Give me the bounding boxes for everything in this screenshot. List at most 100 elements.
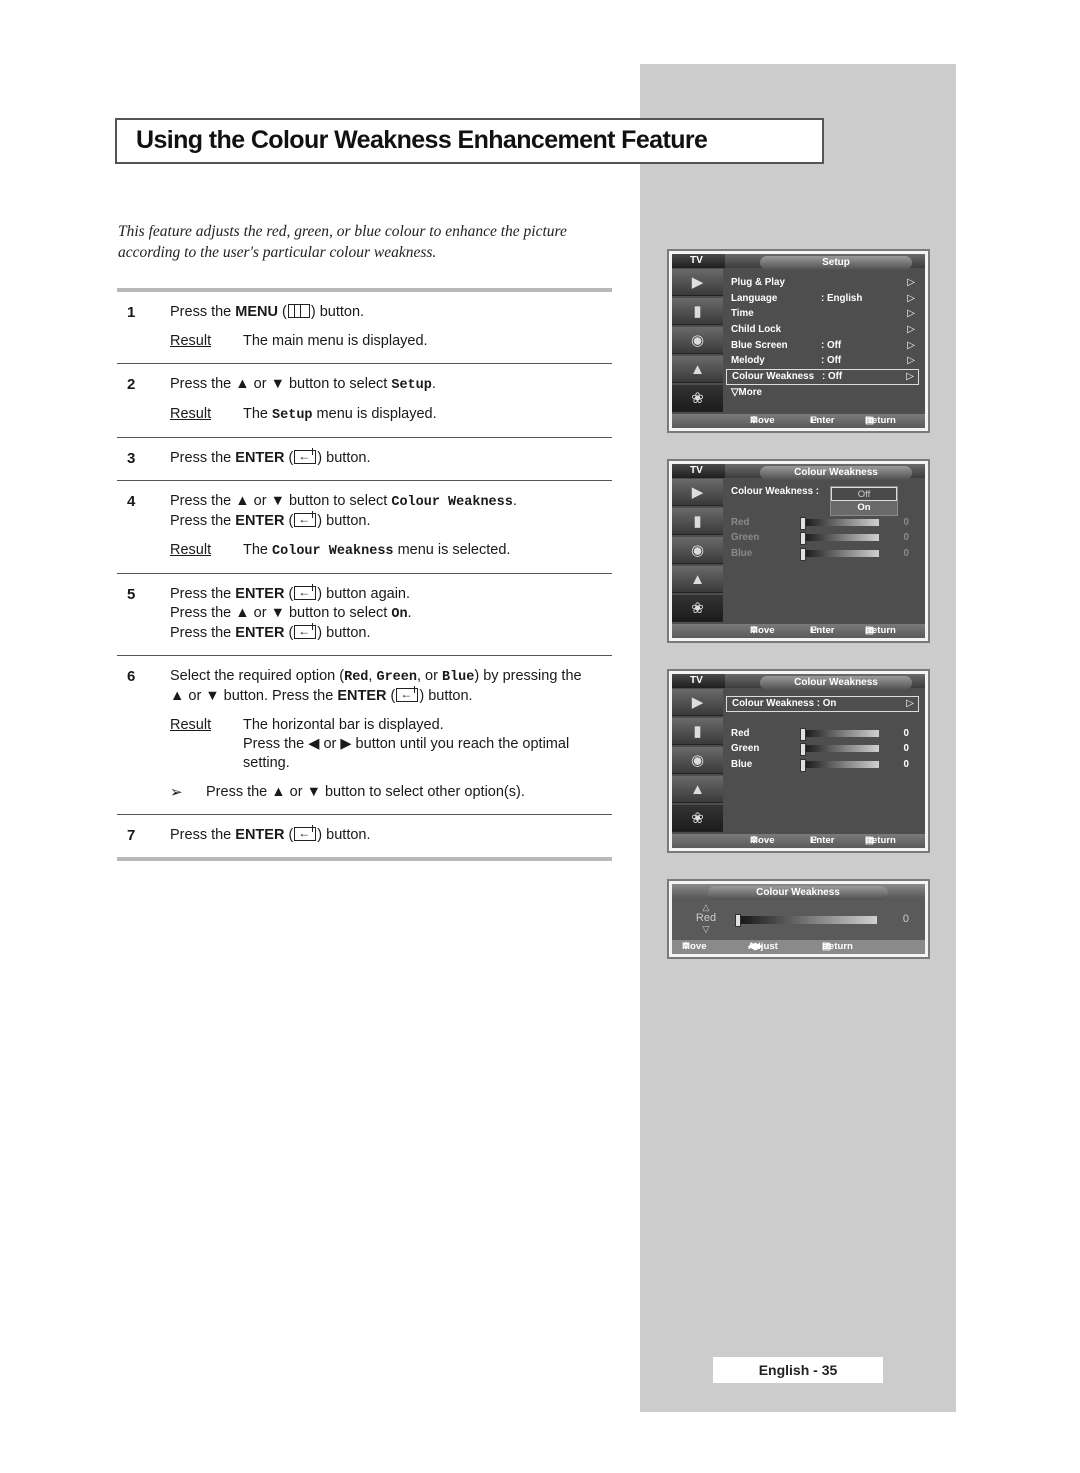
result-label: Result (170, 333, 212, 349)
colour-weakness-menu: Colour Weakness : On ▷ Red 0 Green 0 Blue 0 (726, 696, 919, 773)
tv-tab: TV (672, 464, 725, 478)
step-number: 7 (127, 827, 136, 844)
step-number: 3 (127, 450, 136, 467)
picture-icon: ▮ (672, 508, 723, 535)
enter-button-icon (294, 622, 317, 641)
slider-row-red[interactable]: Red 0 (726, 726, 919, 742)
setup-icon: ❀ (672, 385, 723, 412)
menu-row-colour-weakness[interactable]: Colour Weakness: Off ▷ (726, 369, 919, 385)
arrow-right-icon: ▷ (906, 698, 914, 709)
menu-row-language[interactable]: Language: English ▷ (726, 291, 919, 307)
arrow-right-icon: ▷ (907, 324, 915, 336)
steps-list: 1 Press the MENU () button. Result The ma… (117, 288, 612, 861)
menu-row-melody[interactable]: Melody: Off ▷ (726, 353, 919, 369)
screen-header: Setup (760, 256, 912, 270)
result-label: Result (170, 542, 212, 558)
option-off[interactable]: Off (831, 487, 897, 501)
input-icon: ▶ (672, 269, 723, 296)
tv-screen-red-adjust: Colour Weakness △ Red ▽ 0 ⇕ Move ◀▶ Adju… (667, 879, 930, 959)
slider-row-green: Green 0 (731, 532, 909, 546)
slider-row-blue[interactable]: Blue 0 (726, 757, 919, 773)
note-arrow-icon: ➢ (170, 784, 183, 801)
tv-screen-setup: TV Setup ▶ ▮ ◉ ▲ ❀ Plug & Play ▷ Language… (667, 249, 930, 433)
slider-row-red: Red 0 (731, 516, 909, 530)
option-on[interactable]: On (831, 501, 897, 515)
step-7: 7 Press the ENTER () button. (117, 815, 612, 857)
menu-row-more[interactable]: ▽More (726, 385, 919, 401)
triangle-down-icon: ▽ (731, 386, 739, 398)
picture-icon: ▮ (672, 718, 723, 745)
enter-button-icon (294, 583, 317, 602)
input-icon: ▶ (672, 479, 723, 506)
step-number: 1 (127, 304, 136, 321)
step-5: 5 Press the ENTER () button again. Press… (117, 574, 612, 655)
result-text: The Setup menu is displayed. (243, 406, 437, 423)
step-number: 6 (127, 668, 136, 685)
divider (117, 857, 612, 861)
menu-row-blue-screen[interactable]: Blue Screen: Off ▷ (726, 338, 919, 354)
step-2: 2 Press the ▲ or ▼ button to select Setu… (127, 376, 437, 423)
tv-footer: ⇕ Move ↵ Enter ▤ Return (672, 834, 925, 848)
step-number: 5 (127, 586, 136, 603)
adjust-label: Red (695, 912, 717, 924)
tv-tab: TV (672, 674, 725, 688)
setup-menu: Plug & Play ▷ Language: English ▷ Time ▷ Ch… (726, 275, 919, 401)
arrow-right-icon: ▷ (907, 277, 915, 288)
tv-footer: ⇕ Move ↵ Enter ▤ Return (672, 414, 925, 428)
step-6: 6 Select the required option (Red, Green… (117, 656, 612, 814)
menu-button-icon (287, 304, 310, 318)
screen-header: Colour Weakness (708, 886, 888, 900)
tv-screen-colour-weakness-on: TV Colour Weakness ▶ ▮ ◉ ▲ ❀ Colour Weak… (667, 669, 930, 853)
arrow-right-icon: ▷ (907, 308, 915, 320)
enter-button-icon (396, 685, 419, 704)
page-number: English - 35 (713, 1357, 883, 1383)
red-slider (800, 727, 879, 741)
tv-screen-colour-weakness-popup: TV Colour Weakness ▶ ▮ ◉ ▲ ❀ Colour Weak… (667, 459, 930, 643)
enter-button-icon (294, 510, 317, 529)
enter-button-icon (294, 447, 317, 466)
result-label: Result (170, 717, 212, 733)
slider-row-green[interactable]: Green 0 (726, 741, 919, 757)
red-slider (800, 516, 879, 530)
channel-icon: ▲ (672, 776, 723, 803)
sound-icon: ◉ (672, 327, 723, 354)
result-text: The main menu is displayed. (243, 333, 428, 349)
tv-tab: TV (672, 254, 725, 268)
setup-icon: ❀ (672, 805, 723, 832)
step-1: 1 Press the MENU () button. Result The ma… (127, 304, 428, 349)
adjust-value: 0 (902, 913, 909, 925)
result-text: The Colour Weakness menu is selected. (243, 542, 511, 559)
menu-row-time[interactable]: Time ▷ (726, 306, 919, 322)
note-text: Press the ▲ or ▼ button to select other … (206, 784, 525, 800)
tv-footer: ⇕ Move ↵ Enter ▤ Return (672, 624, 925, 638)
step-3: 3 Press the ENTER () button. (117, 438, 612, 480)
menu-row-child-lock[interactable]: Child Lock ▷ (726, 322, 919, 338)
title-box: Using the Colour Weakness Enhancement Fe… (115, 118, 824, 164)
green-slider (800, 532, 879, 546)
menu-row-plug-play[interactable]: Plug & Play ▷ (726, 275, 919, 291)
on-off-popup[interactable]: Off On (830, 486, 898, 516)
step-4: 4 Press the ▲ or ▼ button to select Colo… (117, 481, 612, 573)
arrow-right-icon: ▷ (907, 292, 915, 304)
result-text: The horizontal bar is displayed. Press th… (243, 717, 570, 771)
red-label-block: △ Red ▽ (686, 902, 726, 935)
red-adjust-slider[interactable] (735, 914, 877, 927)
colour-weakness-row[interactable]: Colour Weakness : On ▷ (726, 696, 919, 712)
setup-icon: ❀ (672, 595, 723, 622)
blue-slider (800, 548, 879, 562)
channel-icon: ▲ (672, 356, 723, 383)
arrow-right-icon: ▷ (906, 371, 914, 383)
slider-row-blue: Blue 0 (731, 548, 909, 562)
screen-header: Colour Weakness (760, 466, 912, 480)
tv-footer: ⇕ Move ◀▶ Adjust ▤ Return (672, 940, 925, 954)
channel-icon: ▲ (672, 566, 723, 593)
step-number: 2 (127, 376, 136, 393)
green-slider (800, 743, 879, 757)
page-title: Using the Colour Weakness Enhancement Fe… (136, 126, 708, 154)
intro-text: This feature adjusts the red, green, or … (118, 223, 567, 261)
result-label: Result (170, 406, 212, 422)
tv-icon-column: ▶ ▮ ◉ ▲ ❀ (672, 689, 723, 834)
sound-icon: ◉ (672, 747, 723, 774)
triangle-down-icon: ▽ (702, 924, 710, 934)
picture-icon: ▮ (672, 298, 723, 325)
